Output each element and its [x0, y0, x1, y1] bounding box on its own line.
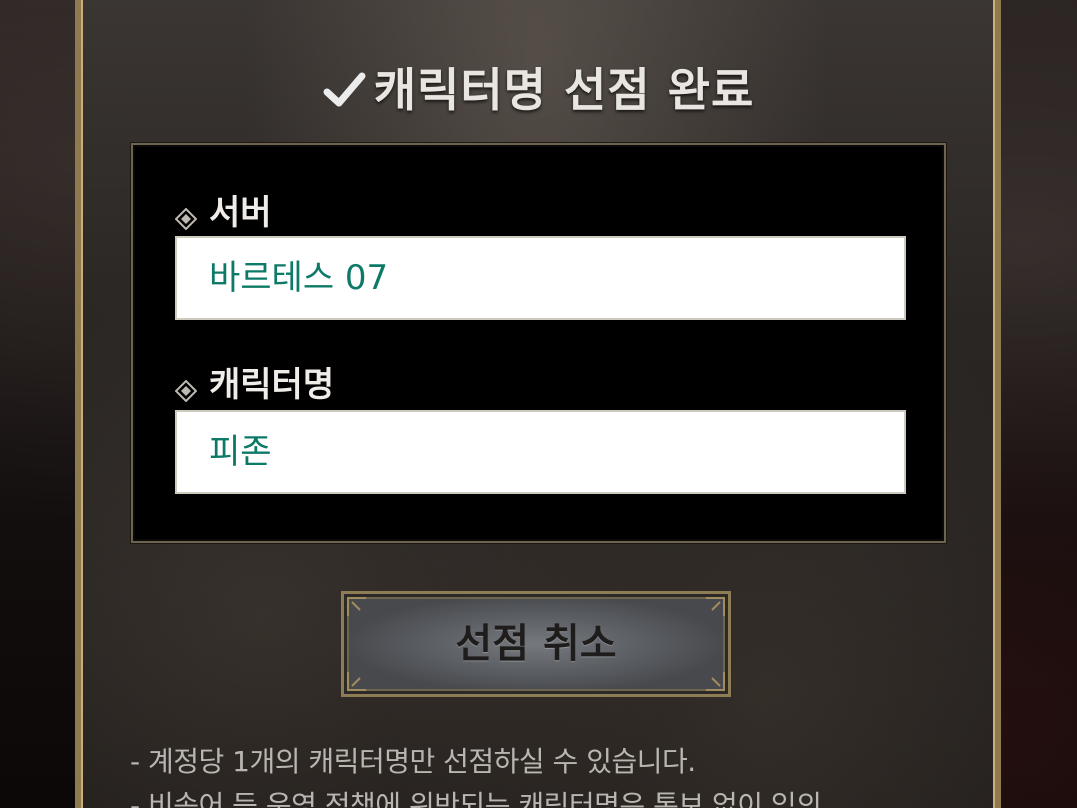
dialog-title: 캐릭터명 선점 완료 [373, 63, 755, 117]
notice-list: - 계정당 1개의 캐릭터명만 선점하실 수 있습니다. - 비속어 등 운영 … [130, 740, 822, 808]
character-label: 캐릭터명 [174, 357, 335, 406]
server-label: 서버 [174, 185, 272, 234]
corner-ornament-icon [706, 597, 725, 616]
info-box: 서버 바르테스 07 캐릭터명 피존 [131, 143, 946, 543]
corner-ornament-icon [347, 672, 366, 691]
diamond-bullet-icon [174, 199, 198, 230]
server-field-value: 바르테스 07 [209, 258, 389, 298]
dialog-title-wrap: 캐릭터명 선점 완료 [81, 54, 995, 120]
corner-ornament-icon [347, 597, 366, 616]
notice-item: - 계정당 1개의 캐릭터명만 선점하실 수 있습니다. [130, 745, 696, 778]
diamond-bullet-icon [174, 371, 198, 402]
check-icon [322, 68, 366, 112]
server-field[interactable]: 바르테스 07 [175, 236, 906, 320]
cancel-reservation-button[interactable]: 선점 취소 [341, 591, 731, 697]
cancel-reservation-label: 선점 취소 [455, 621, 617, 667]
character-name-value: 피존 [209, 432, 272, 472]
server-label-text: 서버 [209, 193, 272, 233]
character-label-text: 캐릭터명 [209, 365, 335, 405]
notice-item: - 비속어 등 운영 정책에 위반되는 캐릭터명은 통보 없이 임의 [130, 789, 822, 808]
corner-ornament-icon [706, 672, 725, 691]
character-name-field[interactable]: 피존 [175, 410, 906, 494]
page-background: 캐릭터명 선점 완료 서버 바르테스 07 캐릭터명 피존 선점 취소 - 계정… [0, 0, 1077, 808]
